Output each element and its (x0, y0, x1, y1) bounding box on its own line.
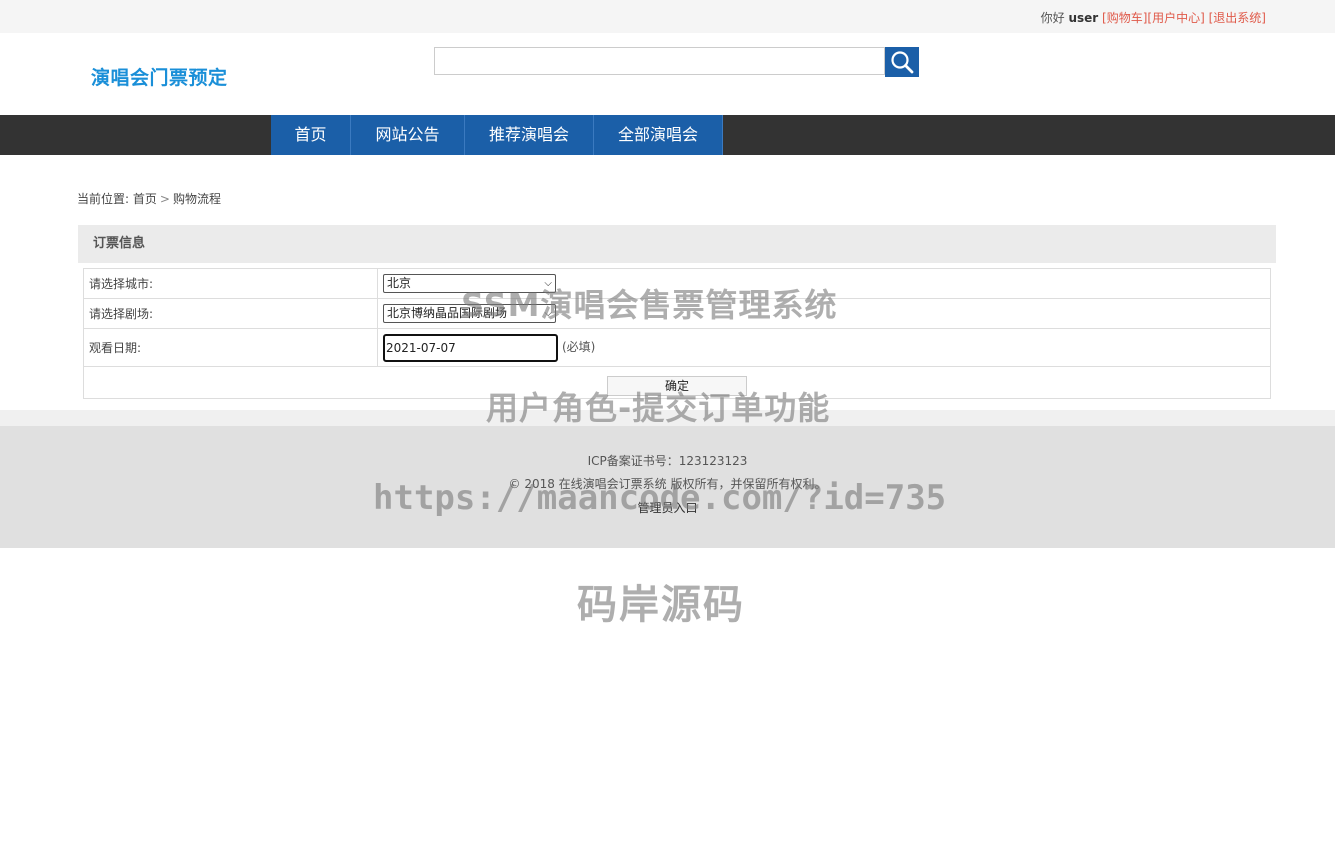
search-input[interactable] (434, 47, 885, 75)
cart-link[interactable]: [购物车] (1102, 11, 1147, 25)
breadcrumb-prefix: 当前位置: (77, 192, 130, 206)
city-select-value: 北京 (387, 276, 412, 290)
nav-item-all-concerts[interactable]: 全部演唱会 (594, 115, 723, 155)
breadcrumb-current: 购物流程 (172, 192, 221, 206)
icp-text: ICP备案证书号：123123123 (587, 454, 748, 468)
username: user (1068, 11, 1099, 25)
site-logo[interactable]: 演唱会门票预定 (91, 63, 228, 90)
theater-label: 请选择剧场: (83, 298, 378, 329)
watermark-title: SSM演唱会售票管理系统 (461, 286, 838, 324)
date-required-note: (必填) (562, 340, 596, 354)
main-nav: 首页 网站公告 推荐演唱会 全部演唱会 (0, 115, 1335, 155)
watermark-url: https://maancode.com/?id=735 (373, 478, 947, 518)
site-header: 演唱会门票预定 (0, 33, 1335, 115)
nav-item-home[interactable]: 首页 (271, 115, 351, 155)
nav-item-recommended[interactable]: 推荐演唱会 (465, 115, 594, 155)
greeting-text: 你好 (1040, 11, 1065, 25)
date-input[interactable]: 2021-07-07 (383, 333, 558, 362)
logout-link[interactable]: [退出系统] (1209, 11, 1266, 25)
nav-item-announcements[interactable]: 网站公告 (351, 115, 465, 155)
watermark-brand: 码岸源码 (577, 582, 745, 628)
top-bar: 你好 user [购物车][用户中心] [退出系统] (0, 0, 1335, 33)
breadcrumb-home[interactable]: 首页 (133, 192, 157, 206)
date-label: 观看日期: (83, 328, 378, 367)
breadcrumb: 当前位置: 首页 > 购物流程 (77, 190, 221, 207)
chevron-right-icon: > (159, 192, 170, 206)
watermark-subtitle: 用户角色-提交订单功能 (486, 389, 831, 427)
panel-title: 订票信息 (78, 225, 1276, 263)
user-greeting: 你好 user [购物车][用户中心] [退出系统] (1041, 9, 1266, 26)
search-icon (891, 51, 914, 74)
user-center-link[interactable]: [用户中心] (1147, 11, 1204, 25)
date-cell: 2021-07-07 (必填) (377, 328, 1271, 367)
search-button[interactable] (885, 47, 919, 77)
city-label: 请选择城市: (83, 268, 378, 299)
